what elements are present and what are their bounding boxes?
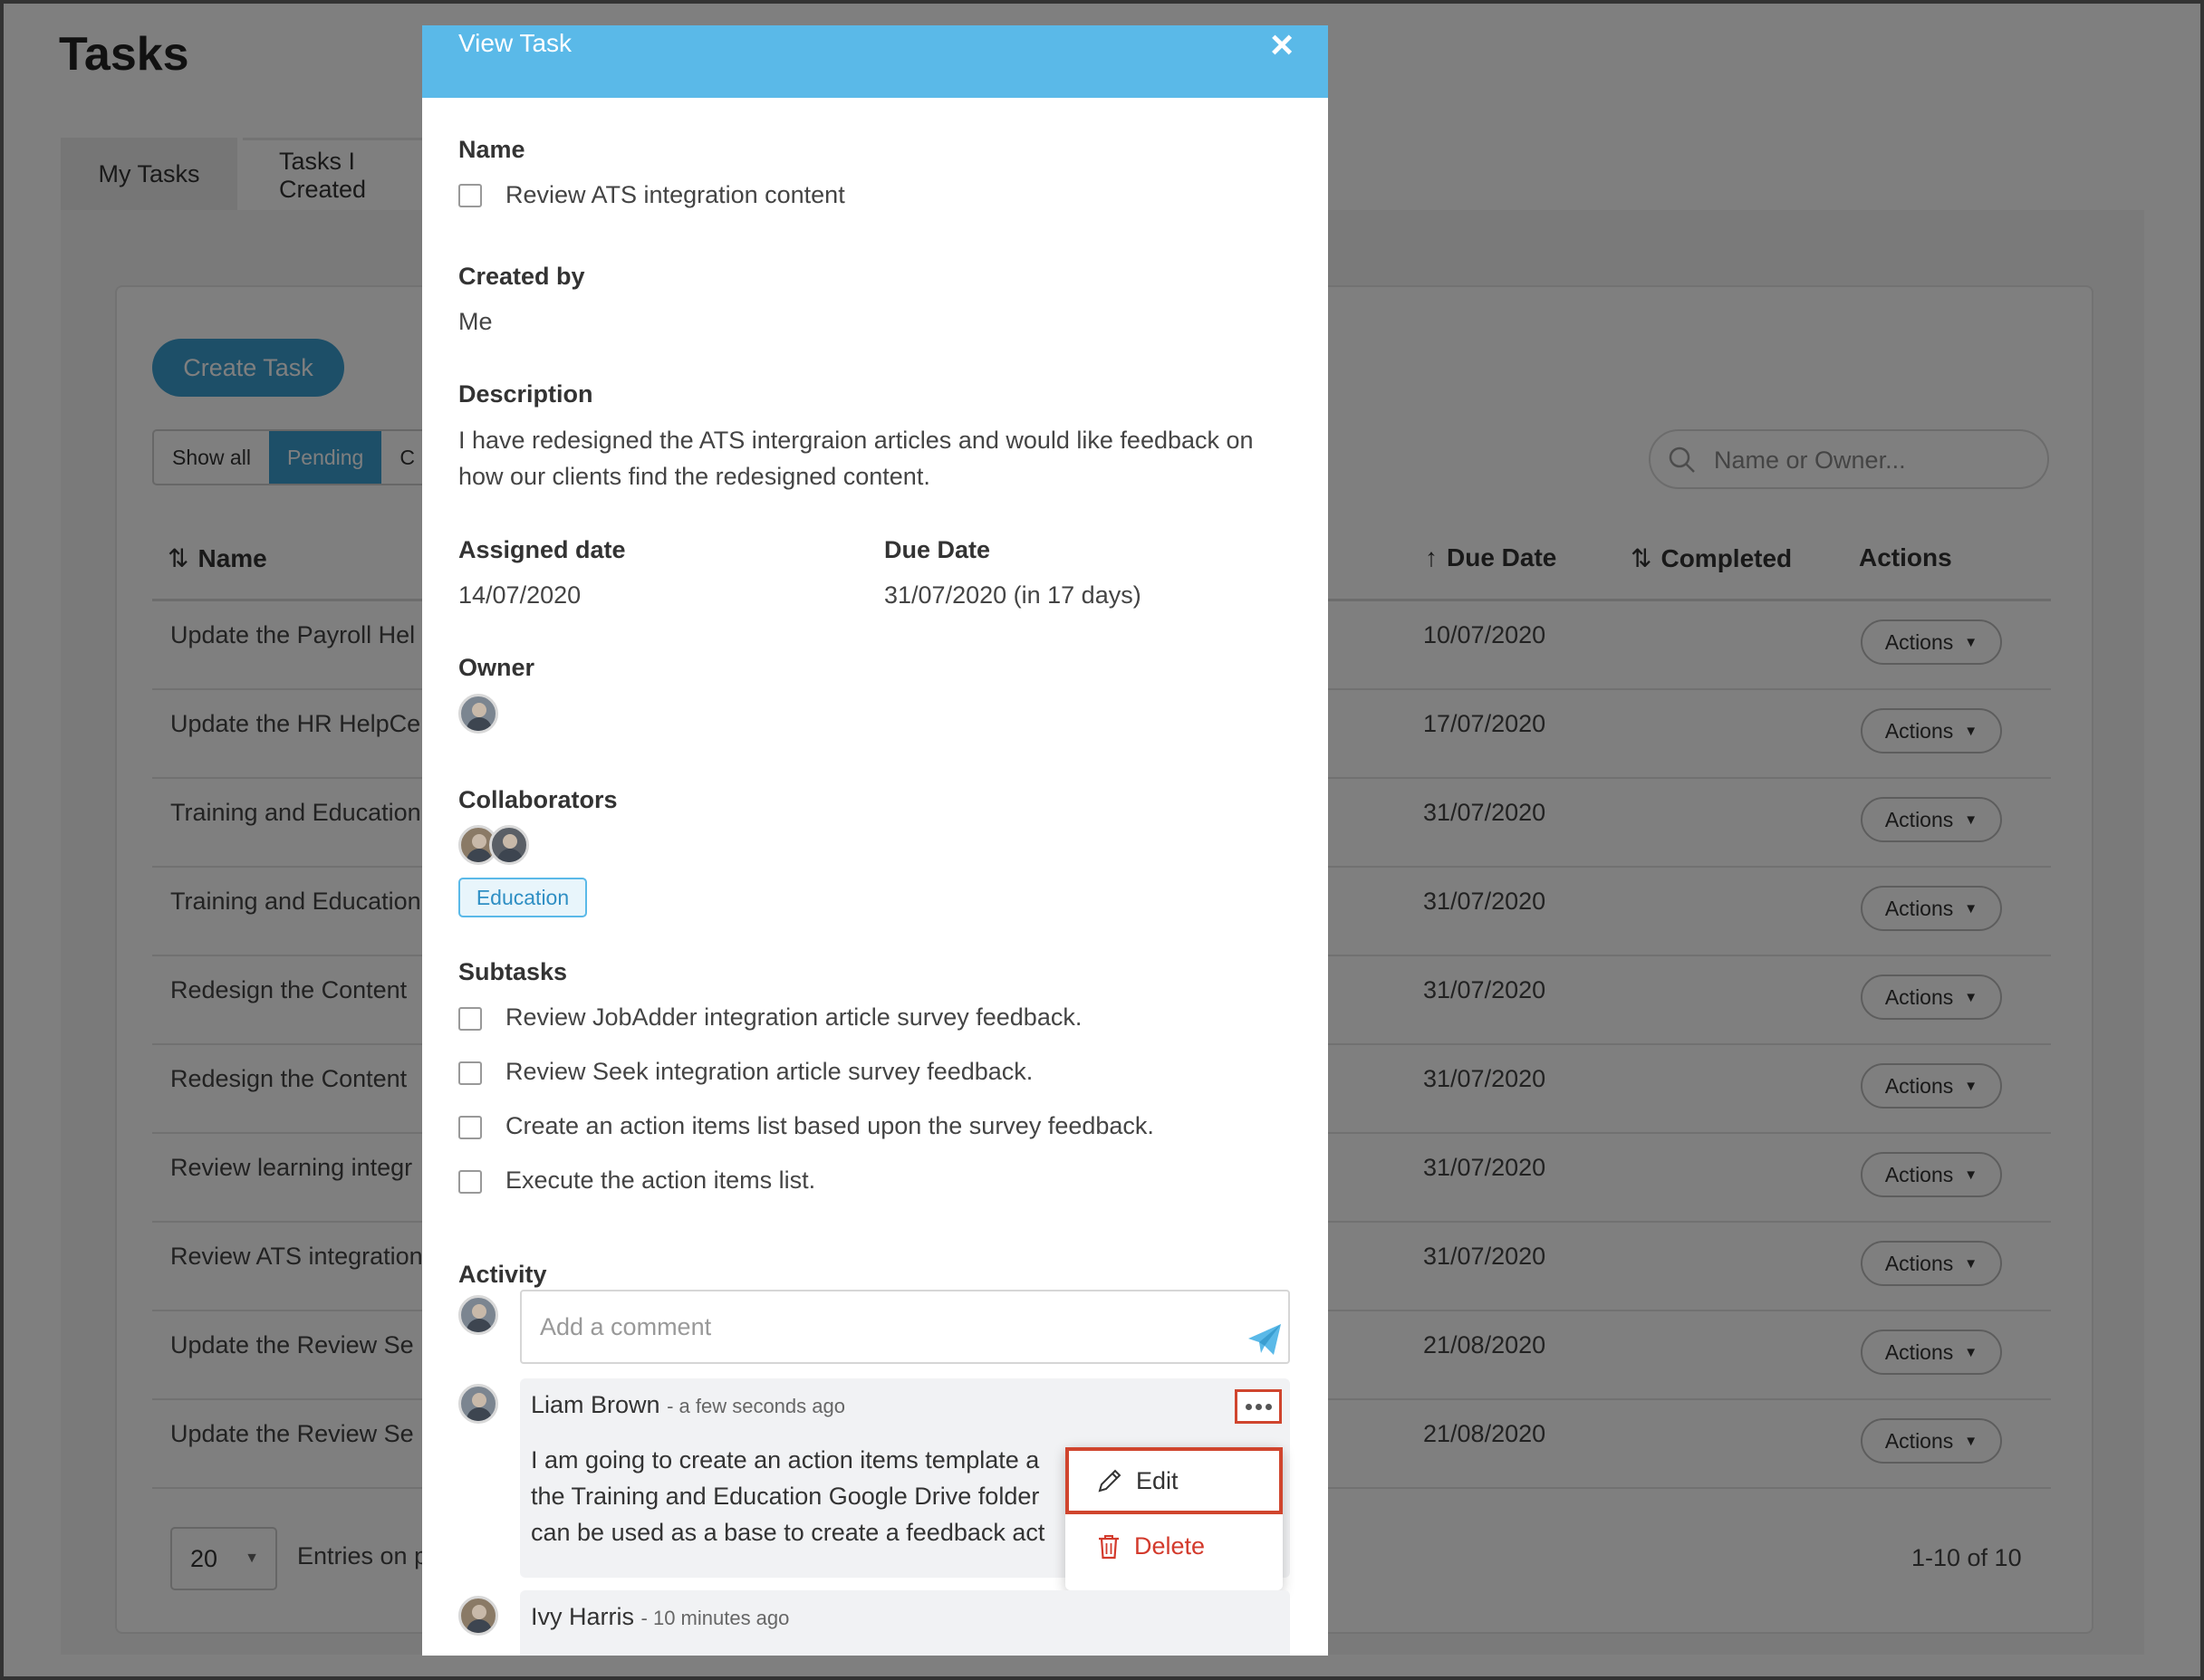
more-icon (1245, 1403, 1272, 1410)
subtask-text: Review Seek integration article survey f… (505, 1058, 1034, 1085)
assigned-date-label: Assigned date (458, 536, 626, 563)
comment-timestamp: - 10 minutes ago (640, 1607, 790, 1629)
subtask-checkbox[interactable] (458, 1061, 482, 1085)
modal-title: View Task (458, 29, 573, 57)
view-task-modal: View Task × Name Review ATS integration … (422, 25, 1328, 1656)
comment-author: Liam Brown - a few seconds ago (531, 1391, 845, 1418)
subtask-text: Execute the action items list. (505, 1166, 816, 1194)
modal-header: View Task × (422, 25, 1328, 98)
trash-icon (1099, 1534, 1119, 1559)
close-icon[interactable]: × (1270, 25, 1294, 65)
created-by-value: Me (458, 308, 493, 335)
owner-label: Owner (458, 654, 535, 681)
subtask-checkbox[interactable] (458, 1116, 482, 1139)
assigned-date-value: 14/07/2020 (458, 581, 582, 609)
subtask-text: Create an action items list based upon t… (505, 1112, 1154, 1139)
comment-context-menu: Edit Delete (1065, 1447, 1283, 1590)
send-icon[interactable] (1246, 1322, 1283, 1357)
name-label: Name (458, 136, 525, 163)
subtasks-label: Subtasks (458, 958, 568, 985)
description-label: Description (458, 380, 593, 408)
subtask-checkbox[interactable] (458, 1007, 482, 1031)
comment-item: Ivy Harris - 10 minutes ago (520, 1590, 1290, 1656)
collaborator-avatar[interactable] (489, 825, 529, 865)
created-by-label: Created by (458, 263, 585, 290)
comment-placeholder: Add a comment (540, 1313, 712, 1340)
comment-timestamp: - a few seconds ago (667, 1395, 845, 1417)
collaborator-group-tag[interactable]: Education (458, 878, 587, 917)
pencil-icon (1098, 1469, 1121, 1493)
owner-avatar[interactable] (458, 694, 498, 734)
comment-author-avatar (458, 1384, 498, 1424)
comment-input[interactable]: Add a comment (520, 1290, 1290, 1364)
activity-label: Activity (458, 1261, 547, 1288)
task-complete-checkbox[interactable] (458, 184, 482, 207)
subtask-checkbox[interactable] (458, 1170, 482, 1194)
due-date-label: Due Date (884, 536, 991, 563)
edit-comment-menu-item[interactable]: Edit (1065, 1447, 1283, 1514)
subtask-text: Review JobAdder integration article surv… (505, 1003, 1083, 1031)
comment-body: I am going to create an action items tem… (531, 1446, 1045, 1546)
comment-author: Ivy Harris - 10 minutes ago (531, 1603, 790, 1630)
comment-more-button[interactable] (1235, 1389, 1282, 1424)
delete-comment-menu-item[interactable]: Delete (1096, 1532, 1205, 1560)
current-user-avatar (458, 1295, 498, 1335)
description-text: I have redesigned the ATS intergraion ar… (458, 427, 1254, 490)
comment-author-avatar (458, 1596, 498, 1636)
task-name: Review ATS integration content (505, 181, 845, 208)
collaborators-label: Collaborators (458, 786, 618, 813)
due-date-value: 31/07/2020 (in 17 days) (884, 581, 1141, 609)
